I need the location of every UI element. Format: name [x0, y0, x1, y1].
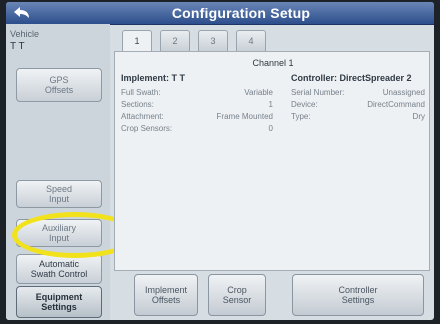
controller-row-value: Dry	[412, 112, 425, 121]
controller-row-value: DirectCommand	[367, 100, 425, 109]
equipment-settings-button[interactable]: Equipment Settings	[16, 286, 102, 318]
gps-offsets-label: GPS Offsets	[44, 75, 74, 95]
channel-details-panel: Channel 1 Implement: T T Full Swath: Var…	[114, 51, 430, 271]
title-bar: Configuration Setup	[6, 2, 434, 25]
crop-sensor-button[interactable]: Crop Sensor	[208, 274, 266, 316]
crop-sensor-label: Crop Sensor	[222, 285, 252, 305]
equipment-settings-label: Equipment Settings	[35, 292, 83, 312]
channel-heading: Channel 1	[252, 58, 294, 68]
controller-row-label: Type:	[291, 112, 311, 121]
implement-row: Attachment: Frame Mounted	[121, 112, 273, 121]
implement-row: Sections: 1	[121, 100, 273, 109]
tab-1[interactable]: 1	[122, 30, 152, 51]
implement-row-value: Variable	[244, 88, 273, 97]
implement-row-value: Frame Mounted	[216, 112, 273, 121]
tab-2[interactable]: 2	[160, 30, 190, 51]
implement-row-label: Attachment:	[121, 112, 164, 121]
left-panel: Vehicle T T GPS Offsets Speed Input Auxi…	[6, 24, 110, 320]
configuration-setup-screen: Configuration Setup Vehicle T T GPS Offs…	[6, 2, 434, 320]
implement-row-label: Sections:	[121, 100, 154, 109]
controller-settings-button[interactable]: Controller Settings	[292, 274, 424, 316]
controller-settings-label: Controller Settings	[338, 285, 378, 305]
page-title: Configuration Setup	[171, 5, 311, 21]
implement-heading: Implement: T T	[121, 73, 186, 83]
speed-input-label: Speed Input	[45, 184, 73, 204]
controller-row-label: Device:	[291, 100, 318, 109]
automatic-swath-control-button[interactable]: Automatic Swath Control	[16, 254, 102, 284]
vehicle-label: Vehicle	[10, 29, 40, 39]
tab-3[interactable]: 3	[198, 30, 228, 51]
implement-row-label: Crop Sensors:	[121, 124, 173, 133]
implement-row-label: Full Swath:	[121, 88, 161, 97]
implement-offsets-button[interactable]: Implement Offsets	[134, 274, 198, 316]
tab-4[interactable]: 4	[236, 30, 266, 51]
controller-row: Serial Number: Unassigned	[291, 88, 425, 97]
implement-row: Full Swath: Variable	[121, 88, 273, 97]
implement-row-value: 1	[268, 100, 273, 109]
gps-offsets-button[interactable]: GPS Offsets	[16, 68, 102, 102]
implement-row-value: 0	[268, 124, 273, 133]
controller-row-label: Serial Number:	[291, 88, 345, 97]
controller-row: Type: Dry	[291, 112, 425, 121]
back-arrow-icon	[14, 7, 29, 18]
implement-row: Crop Sensors: 0	[121, 124, 273, 133]
controller-heading: Controller: DirectSpreader 2	[291, 73, 412, 83]
speed-input-button[interactable]: Speed Input	[16, 180, 102, 208]
back-button[interactable]	[12, 5, 34, 21]
implement-offsets-label: Implement Offsets	[144, 285, 188, 305]
controller-row: Device: DirectCommand	[291, 100, 425, 109]
vehicle-value: T T	[10, 41, 25, 52]
controller-row-value: Unassigned	[382, 88, 425, 97]
channel-tabs: 1 2 3 4	[114, 28, 430, 52]
automatic-swath-control-label: Automatic Swath Control	[30, 259, 88, 279]
